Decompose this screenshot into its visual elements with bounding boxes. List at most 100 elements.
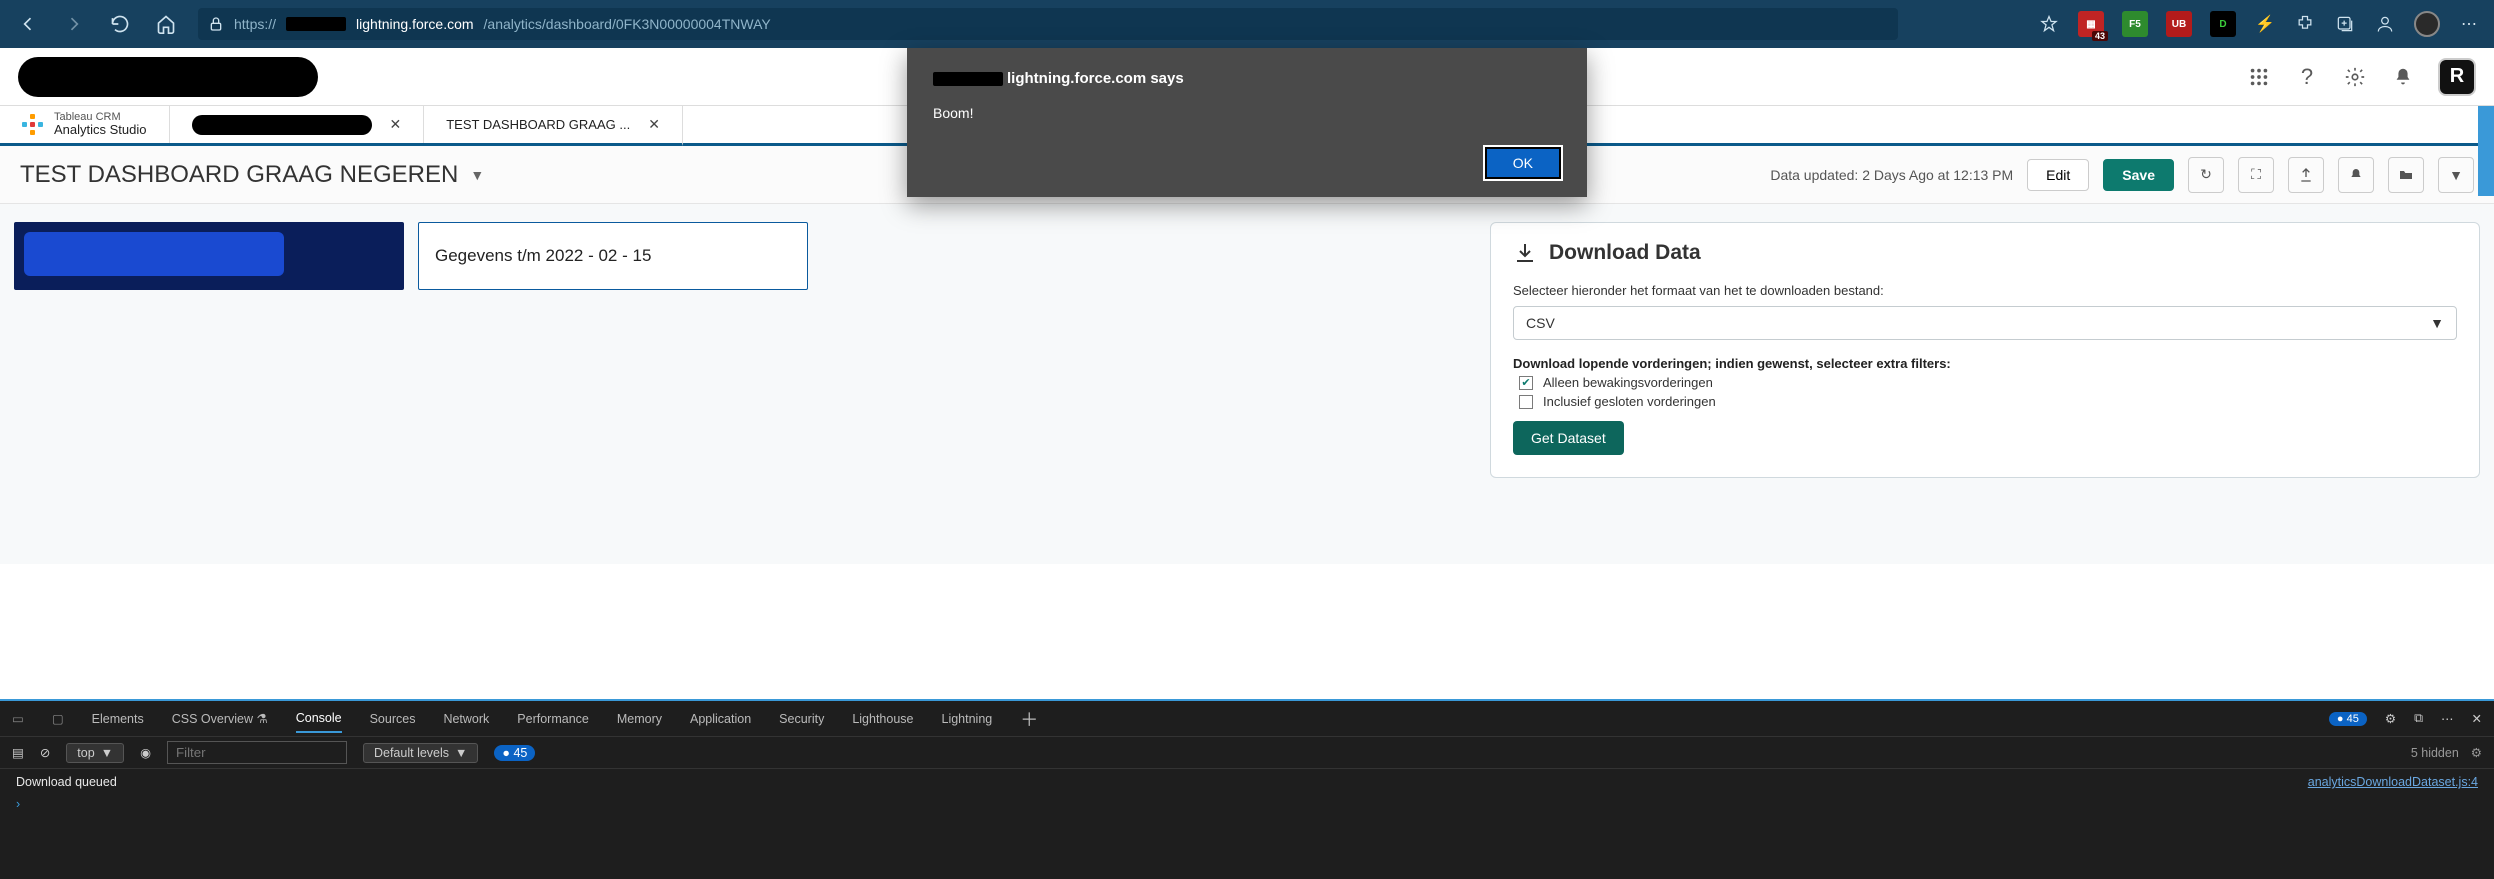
url-protocol: https:// bbox=[234, 16, 276, 32]
dashboard-title[interactable]: TEST DASHBOARD GRAAG NEGEREN ▼ bbox=[20, 161, 484, 189]
checkbox-icon bbox=[1519, 395, 1533, 409]
devtools-tabs: ▭ ▢ Elements CSS Overview ⚗ Console Sour… bbox=[0, 701, 2494, 737]
tab-memory[interactable]: Memory bbox=[617, 706, 662, 732]
flask-icon: ⚗ bbox=[257, 712, 268, 726]
devtools-dock-icon[interactable]: ⧉ bbox=[2414, 711, 2423, 726]
alert-message: Boom! bbox=[933, 105, 1561, 121]
apps-icon[interactable] bbox=[2246, 64, 2272, 90]
extension-ublock[interactable]: UB bbox=[2166, 11, 2192, 37]
log-levels-selector[interactable]: Default levels ▼ bbox=[363, 743, 478, 763]
more-actions-button[interactable]: ▼ bbox=[2438, 157, 2474, 193]
forward-button[interactable] bbox=[60, 10, 88, 38]
bolt-icon[interactable]: ⚡ bbox=[2254, 13, 2276, 35]
tab-css-overview[interactable]: CSS Overview ⚗ bbox=[172, 705, 268, 732]
tab-application[interactable]: Application bbox=[690, 706, 751, 732]
url-redacted bbox=[286, 17, 346, 31]
folder-button[interactable] bbox=[2388, 157, 2424, 193]
address-bar[interactable]: https:// lightning.force.com /analytics/… bbox=[198, 8, 1898, 40]
tab-sources[interactable]: Sources bbox=[370, 706, 416, 732]
data-updated-text: Data updated: 2 Days Ago at 12:13 PM bbox=[1770, 167, 2013, 183]
alert-origin: lightning.force.com says bbox=[933, 70, 1561, 87]
more-icon[interactable]: ⋯ bbox=[2458, 13, 2480, 35]
download-instructions: Download lopende vorderingen; indien gew… bbox=[1513, 356, 2457, 371]
devtools-settings-icon[interactable]: ⚙ bbox=[2385, 711, 2396, 726]
close-icon[interactable]: ✕ bbox=[648, 116, 660, 133]
user-avatar[interactable]: R bbox=[2438, 58, 2476, 96]
console-source-link[interactable]: analyticsDownloadDataset.js:4 bbox=[2308, 775, 2478, 789]
extension-dark[interactable]: D bbox=[2210, 11, 2236, 37]
tableau-crm-icon bbox=[22, 114, 44, 136]
sidebar-toggle-icon[interactable]: ▤ bbox=[12, 745, 24, 760]
live-expression-icon[interactable]: ◉ bbox=[140, 745, 151, 760]
tab-analytics-studio[interactable]: Tableau CRMAnalytics Studio bbox=[0, 106, 170, 143]
reload-button[interactable] bbox=[106, 10, 134, 38]
url-path: /analytics/dashboard/0FK3N00000004TNWAY bbox=[484, 16, 771, 32]
context-selector[interactable]: top ▼ bbox=[66, 743, 124, 763]
console-output: Download queued analyticsDownloadDataset… bbox=[0, 769, 2494, 817]
dashboard-canvas: Gegevens t/m 2022 - 02 - 15 Download Dat… bbox=[0, 204, 2494, 564]
inspect-icon[interactable]: ▭ bbox=[12, 711, 24, 726]
console-prompt[interactable]: › bbox=[16, 797, 2478, 811]
tab-security[interactable]: Security bbox=[779, 706, 824, 732]
tab-redacted[interactable]: ✕ bbox=[170, 106, 425, 143]
console-line: Download queued analyticsDownloadDataset… bbox=[16, 775, 2478, 789]
console-settings-icon[interactable]: ⚙ bbox=[2471, 745, 2482, 760]
tab-test-dashboard[interactable]: TEST DASHBOARD GRAAG ... ✕ bbox=[424, 106, 683, 146]
tab-network[interactable]: Network bbox=[443, 706, 489, 732]
chevron-down-icon: ▼ bbox=[470, 167, 484, 183]
chevron-down-icon: ▼ bbox=[2430, 315, 2444, 331]
tab-lightning[interactable]: Lightning bbox=[942, 706, 993, 732]
format-select-label: Selecteer hieronder het formaat van het … bbox=[1513, 283, 2457, 298]
devtools-more-icon[interactable]: ⋯ bbox=[2441, 711, 2454, 726]
console-toolbar: ▤ ⊘ top ▼ ◉ Default levels ▼ ● 45 5 hidd… bbox=[0, 737, 2494, 769]
person-icon[interactable] bbox=[2374, 13, 2396, 35]
widget-redacted[interactable] bbox=[14, 222, 404, 290]
settings-icon[interactable] bbox=[2342, 64, 2368, 90]
subscribe-button[interactable] bbox=[2338, 157, 2374, 193]
favorite-icon[interactable] bbox=[2038, 13, 2060, 35]
tab-performance[interactable]: Performance bbox=[517, 706, 589, 732]
profile-avatar[interactable] bbox=[2414, 11, 2440, 37]
collections-icon[interactable] bbox=[2334, 13, 2356, 35]
issues-count[interactable]: ● 45 bbox=[2329, 712, 2367, 726]
widget-date-range[interactable]: Gegevens t/m 2022 - 02 - 15 bbox=[418, 222, 808, 290]
fullscreen-button[interactable]: ⛶ bbox=[2238, 157, 2274, 193]
devtools-close-icon[interactable]: ✕ bbox=[2472, 711, 2482, 726]
scrollbar-handle[interactable] bbox=[2478, 106, 2494, 196]
clear-console-icon[interactable]: ⊘ bbox=[40, 745, 50, 760]
filter-input[interactable] bbox=[167, 741, 347, 764]
device-icon[interactable]: ▢ bbox=[52, 711, 64, 726]
edit-button[interactable]: Edit bbox=[2027, 159, 2089, 191]
save-button[interactable]: Save bbox=[2103, 159, 2174, 191]
tab-lighthouse[interactable]: Lighthouse bbox=[852, 706, 913, 732]
js-alert-dialog: lightning.force.com says Boom! OK bbox=[907, 48, 1587, 197]
org-logo-redacted bbox=[18, 57, 318, 97]
lock-icon bbox=[208, 16, 224, 32]
tab-console[interactable]: Console bbox=[296, 705, 342, 733]
back-button[interactable] bbox=[14, 10, 42, 38]
tab-add[interactable]: ＋ bbox=[1020, 700, 1038, 738]
refresh-button[interactable]: ↻ bbox=[2188, 157, 2224, 193]
alert-ok-button[interactable]: OK bbox=[1485, 147, 1561, 179]
url-host: lightning.force.com bbox=[356, 16, 474, 32]
issues-chip[interactable]: ● 45 bbox=[494, 745, 535, 761]
extension-f5[interactable]: F5 bbox=[2122, 11, 2148, 37]
close-icon[interactable]: ✕ bbox=[390, 116, 402, 133]
extensions-icon[interactable] bbox=[2294, 13, 2316, 35]
format-select[interactable]: CSV ▼ bbox=[1513, 306, 2457, 340]
share-button[interactable] bbox=[2288, 157, 2324, 193]
checkbox-gesloten[interactable]: Inclusief gesloten vorderingen bbox=[1519, 394, 2457, 409]
checkbox-icon: ✔ bbox=[1519, 376, 1533, 390]
browser-toolbar: https:// lightning.force.com /analytics/… bbox=[0, 0, 2494, 48]
tab-elements[interactable]: Elements bbox=[92, 706, 144, 732]
hidden-count: 5 hidden bbox=[2411, 746, 2459, 760]
download-icon bbox=[1513, 241, 1537, 265]
download-heading: Download Data bbox=[1513, 241, 2457, 265]
get-dataset-button[interactable]: Get Dataset bbox=[1513, 421, 1624, 455]
tab-label: TEST DASHBOARD GRAAG ... bbox=[446, 117, 630, 132]
extension-red[interactable]: ▦43 bbox=[2078, 11, 2104, 37]
notifications-icon[interactable] bbox=[2390, 64, 2416, 90]
home-button[interactable] bbox=[152, 10, 180, 38]
help-icon[interactable]: ? bbox=[2294, 64, 2320, 90]
checkbox-bewaking[interactable]: ✔ Alleen bewakingsvorderingen bbox=[1519, 375, 2457, 390]
